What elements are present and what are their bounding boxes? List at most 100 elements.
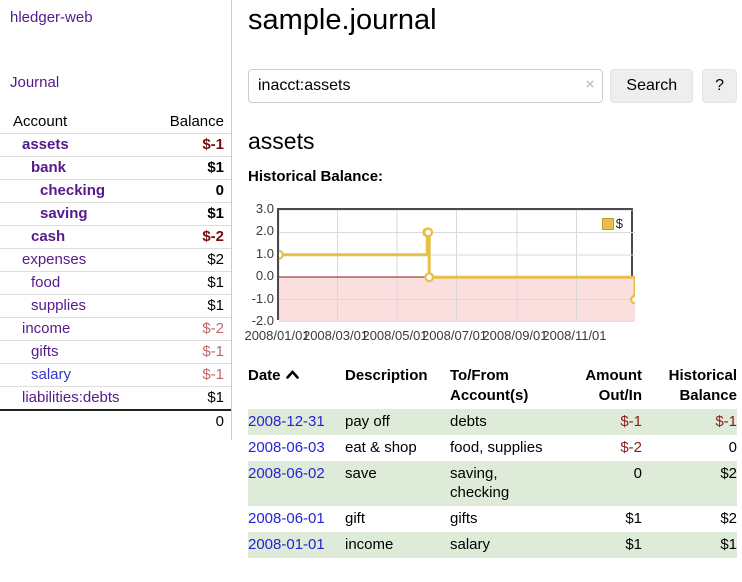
account-row: supplies $1 <box>0 295 231 318</box>
account-link-salary[interactable]: salary <box>31 366 71 383</box>
account-balance: $1 <box>153 295 231 318</box>
register-table: Date Description To/FromAccount(s) Amoun… <box>248 364 737 558</box>
search-input[interactable] <box>248 69 603 103</box>
sort-ascending-icon <box>286 370 299 379</box>
search-help-button[interactable]: ? <box>702 69 737 103</box>
account-link-bank[interactable]: bank <box>31 159 66 176</box>
transaction-accounts: debts <box>450 409 560 435</box>
transaction-description: income <box>345 532 450 558</box>
x-tick-label: 2008/11/01 <box>542 328 606 343</box>
account-link-cash[interactable]: cash <box>31 228 65 245</box>
account-row: income $-2 <box>0 318 231 341</box>
transaction-balance: $1 <box>642 532 737 558</box>
transaction-balance: $2 <box>642 461 737 506</box>
search-button[interactable]: Search <box>610 69 693 103</box>
account-link-supplies[interactable]: supplies <box>31 297 86 314</box>
transaction-date-link[interactable]: 2008-01-01 <box>248 536 325 553</box>
x-tick-label: 2008/05/01 <box>362 328 427 343</box>
historical-balance-chart: 3.02.01.00.0-1.0-2.0 $ 2008/01/012008/03… <box>248 188 737 344</box>
page-title: sample.journal <box>248 2 737 38</box>
main-content: sample.journal × Search ? assets Histori… <box>248 0 737 558</box>
transaction-balance: $2 <box>642 506 737 532</box>
accounts-table: Account Balance assets $-1 bank $1 check… <box>0 111 231 433</box>
transaction-accounts: food, supplies <box>450 435 560 461</box>
account-row: expenses $2 <box>0 249 231 272</box>
accounts-total-row: 0 <box>0 410 231 433</box>
account-column-header: Account <box>0 111 153 134</box>
account-link-gifts[interactable]: gifts <box>31 343 59 360</box>
account-row: salary $-1 <box>0 364 231 387</box>
x-tick-label: 2008/03/01 <box>303 328 368 343</box>
transaction-description: gift <box>345 506 450 532</box>
account-balance: $-2 <box>153 318 231 341</box>
y-tick-label: 2.0 <box>248 224 274 238</box>
app-title-link[interactable]: hledger-web <box>0 0 231 26</box>
balance-column-header: HistoricalBalance <box>642 364 737 409</box>
y-tick-label: -1.0 <box>248 292 274 306</box>
account-row: bank $1 <box>0 157 231 180</box>
account-balance: $1 <box>153 157 231 180</box>
transaction-amount: $-2 <box>560 435 642 461</box>
account-balance: $1 <box>153 387 231 411</box>
date-column-header[interactable]: Date <box>248 364 345 409</box>
accounts-header-row: Account Balance <box>0 111 231 134</box>
legend-label: $ <box>616 216 623 231</box>
transaction-date-link[interactable]: 2008-06-02 <box>248 465 325 482</box>
description-column-header: Description <box>345 364 450 409</box>
transaction-date-link[interactable]: 2008-06-01 <box>248 510 325 527</box>
transaction-amount: $-1 <box>560 409 642 435</box>
account-row: checking 0 <box>0 180 231 203</box>
transaction-description: save <box>345 461 450 506</box>
account-balance: $-1 <box>153 134 231 157</box>
transaction-accounts: salary <box>450 532 560 558</box>
account-row: cash $-2 <box>0 226 231 249</box>
sidebar: hledger-web Journal Account Balance asse… <box>0 0 232 440</box>
account-link-income[interactable]: income <box>22 320 70 337</box>
account-balance: $1 <box>153 272 231 295</box>
transaction-description: eat & shop <box>345 435 450 461</box>
account-balance: $-2 <box>153 226 231 249</box>
account-row: saving $1 <box>0 203 231 226</box>
account-link-checking[interactable]: checking <box>40 182 105 199</box>
account-row: assets $-1 <box>0 134 231 157</box>
account-link-expenses[interactable]: expenses <box>22 251 86 268</box>
x-tick-label: 2008/07/01 <box>422 328 487 343</box>
tofrom-column-header: To/FromAccount(s) <box>450 364 560 409</box>
sidebar-item-journal[interactable]: Journal <box>10 74 231 91</box>
balance-line-chart <box>279 210 635 322</box>
chart-title: Historical Balance: <box>248 167 737 186</box>
x-tick-label: 2008/09/01 <box>482 328 547 343</box>
transaction-amount: $1 <box>560 532 642 558</box>
chart-plot-area[interactable]: $ <box>277 208 633 320</box>
register-row: 2008-06-03 eat & shop food, supplies $-2… <box>248 435 737 461</box>
transaction-date-link[interactable]: 2008-06-03 <box>248 439 325 456</box>
account-link-food[interactable]: food <box>31 274 60 291</box>
accounts-total-balance: 0 <box>153 410 231 433</box>
transaction-date-link[interactable]: 2008-12-31 <box>248 413 325 430</box>
y-tick-label: 0.0 <box>248 269 274 283</box>
transaction-accounts: saving, checking <box>450 461 560 506</box>
account-row: gifts $-1 <box>0 341 231 364</box>
chart-legend: $ <box>600 215 625 232</box>
account-link-assets[interactable]: assets <box>22 136 69 153</box>
transaction-description: pay off <box>345 409 450 435</box>
search-form: × Search ? <box>248 69 737 103</box>
register-header-row: Date Description To/FromAccount(s) Amoun… <box>248 364 737 409</box>
account-link-liabilities-debts[interactable]: liabilities:debts <box>22 389 120 406</box>
account-row: liabilities:debts $1 <box>0 387 231 411</box>
account-link-saving[interactable]: saving <box>40 205 88 222</box>
account-balance: $2 <box>153 249 231 272</box>
transaction-balance: 0 <box>642 435 737 461</box>
account-row: food $1 <box>0 272 231 295</box>
y-tick-label: 1.0 <box>248 247 274 261</box>
account-balance: $-1 <box>153 364 231 387</box>
register-row: 2008-06-01 gift gifts $1 $2 <box>248 506 737 532</box>
transaction-accounts: gifts <box>450 506 560 532</box>
account-balance: 0 <box>153 180 231 203</box>
account-balance: $1 <box>153 203 231 226</box>
legend-swatch-icon <box>602 218 614 230</box>
clear-search-icon[interactable]: × <box>586 77 595 93</box>
transaction-balance: $-1 <box>642 409 737 435</box>
account-balance: $-1 <box>153 341 231 364</box>
account-heading: assets <box>248 128 737 155</box>
